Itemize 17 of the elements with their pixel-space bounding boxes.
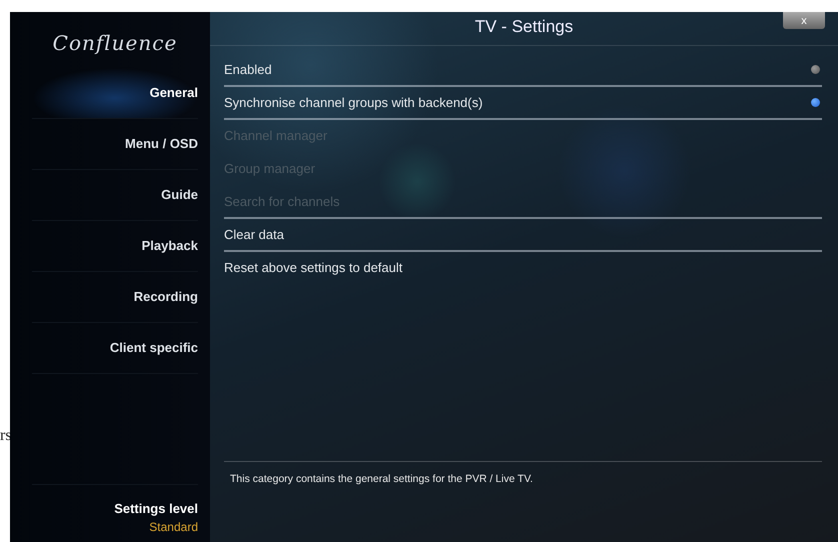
sidebar-item[interactable]: Playback xyxy=(32,221,198,272)
sidebar-item[interactable]: Guide xyxy=(32,170,198,221)
setting-row[interactable]: Synchronise channel groups with backend(s) xyxy=(224,87,822,120)
settings-level-label: Settings level xyxy=(113,500,198,518)
setting-row[interactable]: Clear data xyxy=(224,219,822,252)
description-text: This category contains the general settings for the PVR / Live TV. xyxy=(224,461,822,542)
radio-icon[interactable] xyxy=(811,65,820,74)
setting-row[interactable]: Enabled xyxy=(224,54,822,87)
sidebar-item[interactable]: Menu / OSD xyxy=(32,119,198,170)
settings-level-value[interactable]: Standard xyxy=(32,518,198,536)
sidebar-item[interactable]: Client specific xyxy=(32,323,198,374)
sidebar-item[interactable]: General xyxy=(32,68,198,119)
radio-icon[interactable] xyxy=(811,98,820,107)
logo: Confluence xyxy=(52,30,178,57)
sidebar-item[interactable]: Recording xyxy=(32,272,198,323)
close-button[interactable]: x xyxy=(783,12,825,29)
setting-row[interactable]: Reset above settings to default xyxy=(224,252,822,285)
